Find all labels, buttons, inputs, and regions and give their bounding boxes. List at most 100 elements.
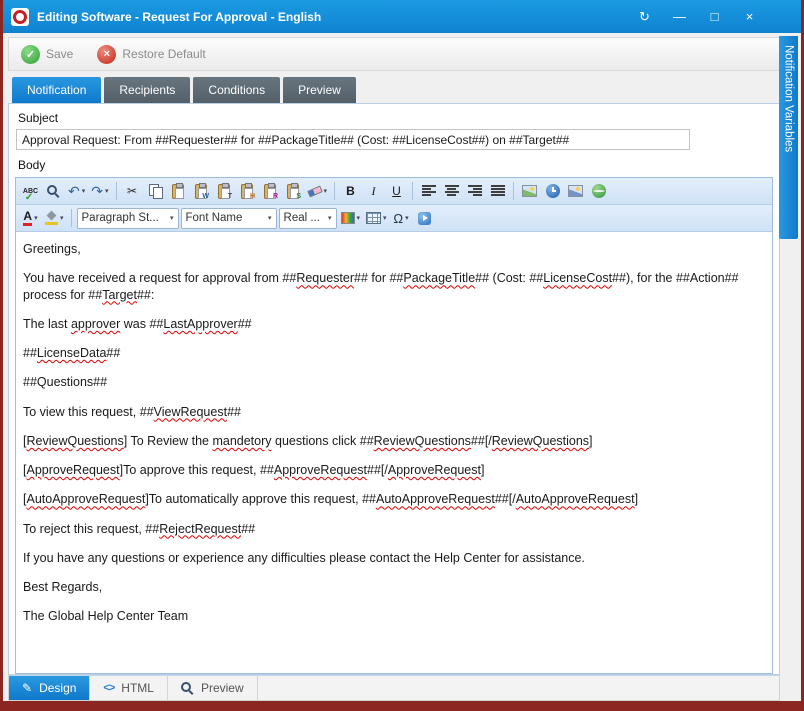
window-controls: ↻ — □ × [631, 6, 801, 28]
body-paragraph: If you have any questions or experience … [23, 550, 765, 566]
paste-special-button[interactable]: S [283, 181, 304, 202]
insert-photo-button[interactable] [565, 181, 586, 202]
body-editor[interactable]: Greetings,You have received a request fo… [16, 232, 772, 673]
align-center-icon [445, 185, 459, 197]
restore-default-label: Restore Default [122, 47, 205, 61]
toolbar-separator [412, 182, 413, 200]
clear-formatting-button[interactable] [306, 181, 330, 202]
omega-icon: Ω [393, 212, 403, 225]
body-paragraph: The Global Help Center Team [23, 608, 765, 624]
misspelled-token: ApproveRequest [388, 463, 481, 477]
underline-button[interactable]: U [386, 181, 407, 202]
view-tab-html[interactable]: <> HTML [90, 676, 168, 700]
misspelled-token: LastApprover [163, 317, 237, 331]
misspelled-token: AutoApproveRequest [516, 492, 635, 506]
paste-special-icon: S [287, 184, 299, 199]
subject-input[interactable] [16, 129, 690, 150]
client-area: ✓ Save × Restore Default Notification Re… [3, 33, 801, 701]
bold-button[interactable]: B [340, 181, 361, 202]
undo-button[interactable]: ↶ [66, 181, 87, 202]
chevron-down-icon: ▾ [328, 214, 332, 222]
rich-text-editor: ABC ✓ ↶ ↷ ✂ W [15, 177, 773, 674]
preview-magnifier-icon [181, 682, 194, 695]
align-left-button[interactable] [418, 181, 439, 202]
insert-object-button[interactable] [414, 208, 435, 229]
toolbar-separator [71, 209, 72, 227]
view-mode-strip: ✎ Design <> HTML Preview [8, 675, 780, 701]
close-icon[interactable]: × [736, 6, 763, 28]
paste-formatted-icon: R [264, 184, 276, 199]
paste-plain-text-icon: T [218, 184, 230, 199]
title-bar: Editing Software - Request For Approval … [3, 0, 801, 33]
tab-notification[interactable]: Notification [12, 77, 101, 103]
paste-as-html-button[interactable]: H [237, 181, 258, 202]
insert-hyperlink-button[interactable] [588, 181, 609, 202]
copy-button[interactable] [145, 181, 166, 202]
body-paragraph: To reject this request, ##RejectRequest#… [23, 521, 765, 537]
clock-icon [546, 184, 560, 198]
body-paragraph: Best Regards, [23, 579, 765, 595]
align-right-button[interactable] [464, 181, 485, 202]
copy-icon [149, 184, 162, 198]
refresh-icon[interactable]: ↻ [631, 6, 658, 28]
body-paragraph: ##LicenseData## [23, 345, 765, 361]
misspelled-token: ApproveRequest [26, 463, 119, 477]
tab-recipients[interactable]: Recipients [104, 77, 190, 103]
font-color-button[interactable]: A [20, 208, 41, 229]
paste-icon [172, 184, 184, 199]
paint-bucket-icon [45, 212, 58, 225]
align-center-button[interactable] [441, 181, 462, 202]
font-name-select[interactable]: Font Name▾ [181, 208, 277, 229]
save-button[interactable]: ✓ Save [21, 45, 73, 64]
save-label: Save [46, 47, 73, 61]
misspelled-token: AutoApproveRequest [376, 492, 495, 506]
misspelled-token: mandetory [212, 434, 271, 448]
italic-button[interactable]: I [363, 181, 384, 202]
redo-button[interactable]: ↷ [89, 181, 110, 202]
paste-button[interactable] [168, 181, 189, 202]
restore-default-button[interactable]: × Restore Default [97, 45, 205, 64]
align-justify-button[interactable] [487, 181, 508, 202]
special-character-button[interactable]: Ω [391, 208, 412, 229]
minimize-icon[interactable]: — [666, 6, 693, 28]
align-right-icon [468, 185, 482, 197]
app-icon [11, 8, 29, 26]
insert-table-button[interactable] [364, 208, 389, 229]
highlight-color-button[interactable] [43, 208, 66, 229]
font-color-icon: A [23, 210, 32, 226]
spellcheck-icon: ABC ✓ [23, 188, 38, 195]
view-tab-preview[interactable]: Preview [168, 676, 258, 700]
paste-plain-text-button[interactable]: T [214, 181, 235, 202]
body-paragraph: [AutoApproveRequest]To automatically app… [23, 491, 765, 507]
insert-time-button[interactable] [542, 181, 563, 202]
tab-preview[interactable]: Preview [283, 77, 356, 103]
toolbar-separator [116, 182, 117, 200]
redo-icon: ↷ [91, 184, 103, 198]
body-paragraph: To view this request, ##ViewRequest## [23, 404, 765, 420]
misspelled-token: approver [71, 317, 120, 331]
font-size-select[interactable]: Real ...▾ [279, 208, 337, 229]
maximize-icon[interactable]: □ [701, 6, 728, 28]
media-object-icon [418, 212, 431, 225]
notification-variables-tab[interactable]: Notification Variables [779, 36, 798, 239]
cut-button[interactable]: ✂ [122, 181, 143, 202]
paragraph-style-select[interactable]: Paragraph St...▾ [77, 208, 179, 229]
body-paragraph: You have received a request for approval… [23, 270, 765, 303]
body-paragraph: ##Questions## [23, 374, 765, 390]
paste-from-word-button[interactable]: W [191, 181, 212, 202]
app-window: Editing Software - Request For Approval … [0, 0, 804, 711]
window-title: Editing Software - Request For Approval … [37, 10, 631, 24]
misspelled-token: PackageTitle [403, 271, 475, 285]
table-icon [366, 212, 381, 224]
toolbar-separator [513, 182, 514, 200]
insert-image-button[interactable] [519, 181, 540, 202]
tab-conditions[interactable]: Conditions [193, 77, 280, 103]
find-button[interactable] [43, 181, 64, 202]
tab-strip: Notification Recipients Conditions Previ… [12, 77, 780, 103]
view-tab-design[interactable]: ✎ Design [9, 676, 90, 700]
spellcheck-button[interactable]: ABC ✓ [20, 181, 41, 202]
body-label: Body [18, 158, 773, 172]
misspelled-token: Target [102, 288, 137, 302]
paste-formatted-button[interactable]: R [260, 181, 281, 202]
cell-color-button[interactable] [339, 208, 363, 229]
